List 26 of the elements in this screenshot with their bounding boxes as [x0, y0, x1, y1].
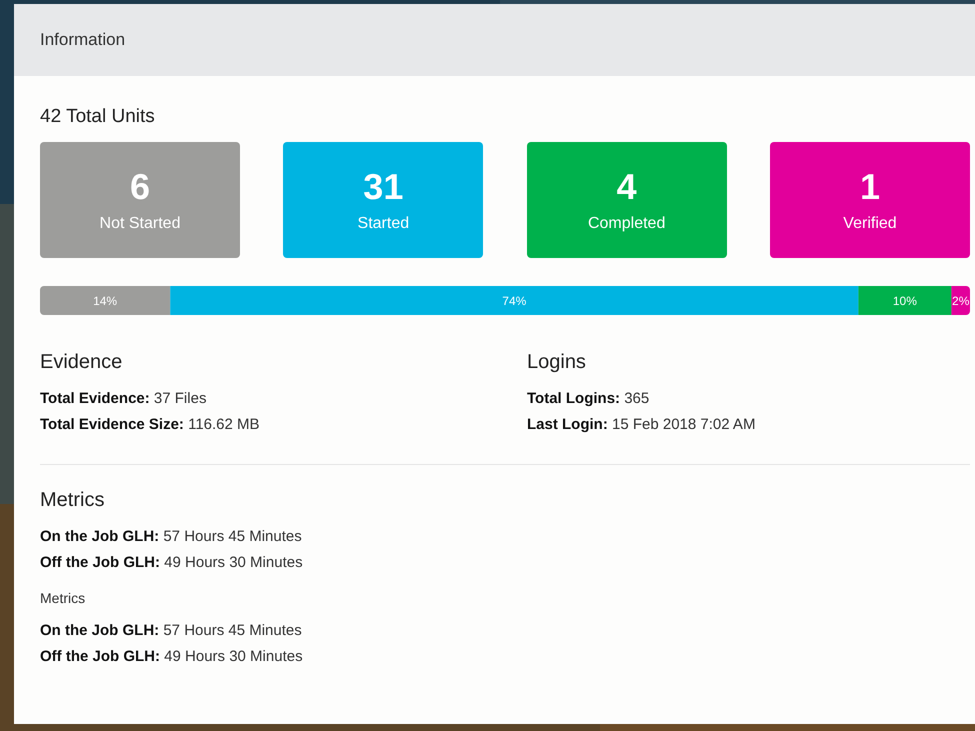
tile-count: 6 [130, 167, 150, 207]
info-line: Total Evidence Size: 116.62 MB [40, 415, 261, 435]
tile-count: 31 [363, 167, 404, 207]
tile-label: Completed [588, 214, 666, 233]
section-heading: Logins [527, 351, 587, 374]
info-line: Total Evidence: 37 Files [40, 389, 208, 409]
info-line: On the Job GLH: 57 Hours 45 Minutes [40, 621, 303, 641]
percent-label: 74% [502, 294, 526, 308]
info-line: Off the Job GLH: 49 Hours 30 Minutes [40, 553, 304, 573]
tile-count: 1 [860, 167, 880, 207]
subheading: Metrics [40, 590, 86, 606]
tile-label: Started [358, 214, 410, 233]
tile-label: Verified [843, 214, 897, 233]
info-line: Last Login: 15 Feb 2018 7:02 AM [527, 415, 756, 435]
tile-label: Not Started [100, 214, 180, 233]
percent-label: 2% [952, 294, 970, 308]
info-line: Total Logins: 365 [527, 389, 650, 409]
percent-label: 10% [892, 294, 917, 308]
info-line: Off the Job GLH: 49 Hours 30 Minutes [40, 647, 304, 667]
info-line: On the Job GLH: 57 Hours 45 Minutes [40, 527, 303, 547]
section-heading: Evidence [40, 351, 124, 374]
section-heading: Metrics [40, 489, 106, 512]
panel-title: Information [40, 30, 126, 50]
total-units: 42 Total Units [40, 106, 156, 128]
tile-count: 4 [616, 167, 637, 207]
percent-label: 14% [93, 294, 118, 308]
